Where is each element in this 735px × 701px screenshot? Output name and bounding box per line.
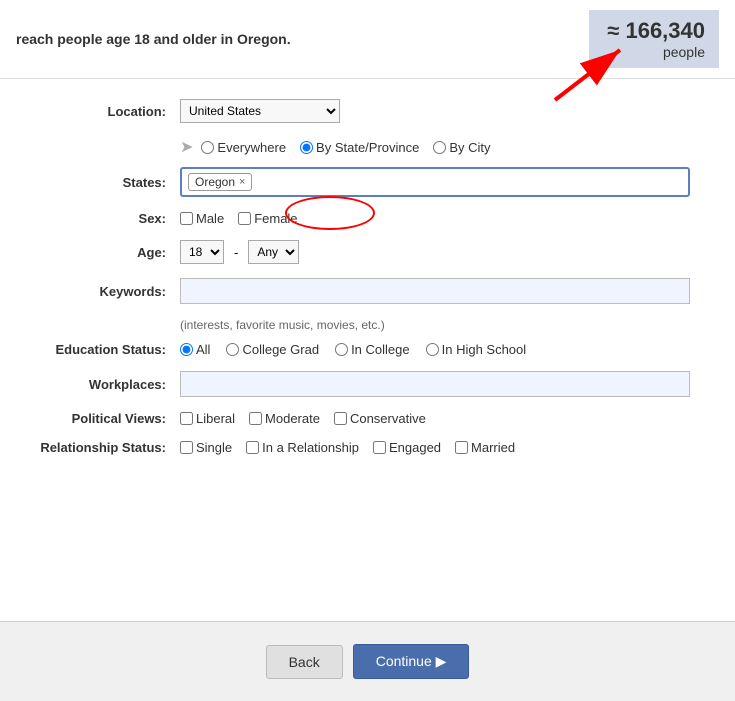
radio-city[interactable]: By City	[433, 140, 490, 155]
workplaces-label: Workplaces:	[20, 377, 180, 392]
rel-engaged[interactable]: Engaged	[373, 440, 441, 455]
location-label: Location:	[20, 104, 180, 119]
political-liberal-label: Liberal	[196, 411, 235, 426]
rel-married-label: Married	[471, 440, 515, 455]
political-row: Political Views: Liberal Moderate Conser…	[20, 411, 715, 426]
age-to-select[interactable]: Any202530354065	[248, 240, 299, 264]
states-row: States: Oregon ×	[20, 167, 715, 197]
main-container: reach people age 18 and older in Oregon.…	[0, 0, 735, 701]
header-reach-text: reach people age 18 and older in Oregon.	[16, 31, 291, 47]
sex-male-checkbox[interactable]	[180, 212, 193, 225]
workplaces-input[interactable]	[180, 371, 690, 397]
edu-in-college-label: In College	[351, 342, 410, 357]
form-area: Location: United States Everywhere Canad…	[0, 79, 735, 479]
edu-high-school[interactable]: In High School	[426, 342, 527, 357]
political-label: Political Views:	[20, 411, 180, 426]
keywords-row: Keywords:	[20, 278, 715, 304]
radio-row: ➤ Everywhere By State/Province By City	[180, 137, 715, 157]
radio-everywhere-label: Everywhere	[217, 140, 286, 155]
edu-college-grad[interactable]: College Grad	[226, 342, 319, 357]
political-conservative-label: Conservative	[350, 411, 426, 426]
oregon-tag: Oregon ×	[188, 173, 252, 191]
political-liberal[interactable]: Liberal	[180, 411, 235, 426]
keywords-input[interactable]	[180, 278, 690, 304]
location-select[interactable]: United States Everywhere Canada	[180, 99, 340, 123]
age-label: Age:	[20, 245, 180, 260]
states-input-box[interactable]: Oregon ×	[180, 167, 690, 197]
keywords-content	[180, 278, 715, 304]
political-content: Liberal Moderate Conservative	[180, 411, 715, 426]
rel-in-relationship-label: In a Relationship	[262, 440, 359, 455]
age-from-select[interactable]: 181920212530	[180, 240, 224, 264]
sex-female-label: Female	[254, 211, 297, 226]
education-label: Education Status:	[20, 342, 180, 357]
relationship-content: Single In a Relationship Engaged Married	[180, 440, 715, 455]
relationship-row: Relationship Status: Single In a Relatio…	[20, 440, 715, 455]
education-content: All College Grad In College In High Scho…	[180, 342, 715, 357]
rel-married[interactable]: Married	[455, 440, 515, 455]
age-dash: -	[234, 245, 238, 260]
edu-in-college[interactable]: In College	[335, 342, 410, 357]
rel-engaged-checkbox[interactable]	[373, 441, 386, 454]
sex-label: Sex:	[20, 211, 180, 226]
age-row: Age: 181920212530 - Any202530354065	[20, 240, 715, 264]
rel-single[interactable]: Single	[180, 440, 232, 455]
edu-college-grad-label: College Grad	[242, 342, 319, 357]
political-conservative[interactable]: Conservative	[334, 411, 426, 426]
arrow-indicator-icon: ➤	[180, 137, 193, 157]
edu-high-school-label: In High School	[442, 342, 527, 357]
continue-button[interactable]: Continue ▶	[353, 644, 470, 679]
radio-everywhere[interactable]: Everywhere	[201, 140, 286, 155]
workplaces-row: Workplaces:	[20, 371, 715, 397]
edu-all-label: All	[196, 342, 210, 357]
rel-in-relationship[interactable]: In a Relationship	[246, 440, 359, 455]
rel-single-checkbox[interactable]	[180, 441, 193, 454]
oregon-tag-label: Oregon	[195, 175, 235, 189]
sex-female-checkbox[interactable]	[238, 212, 251, 225]
back-button[interactable]: Back	[266, 645, 343, 679]
radio-city-label: By City	[449, 140, 490, 155]
radio-state-label: By State/Province	[316, 140, 419, 155]
red-arrow-icon	[545, 40, 635, 110]
states-label: States:	[20, 175, 180, 190]
sex-female[interactable]: Female	[238, 211, 297, 226]
keywords-hint: (interests, favorite music, movies, etc.…	[180, 318, 715, 332]
rel-married-checkbox[interactable]	[455, 441, 468, 454]
age-content: 181920212530 - Any202530354065	[180, 240, 715, 264]
sex-male-label: Male	[196, 211, 224, 226]
sex-content: Male Female	[180, 211, 715, 226]
edu-all[interactable]: All	[180, 342, 210, 357]
political-moderate-checkbox[interactable]	[249, 412, 262, 425]
rel-engaged-label: Engaged	[389, 440, 441, 455]
sex-male[interactable]: Male	[180, 211, 224, 226]
oregon-tag-close[interactable]: ×	[239, 176, 245, 188]
radio-state[interactable]: By State/Province	[300, 140, 419, 155]
political-moderate-label: Moderate	[265, 411, 320, 426]
rel-single-label: Single	[196, 440, 232, 455]
workplaces-content	[180, 371, 715, 397]
sex-row: Sex: Male Female	[20, 211, 715, 226]
political-conservative-checkbox[interactable]	[334, 412, 347, 425]
relationship-label: Relationship Status:	[20, 440, 180, 455]
political-moderate[interactable]: Moderate	[249, 411, 320, 426]
footer-area: Back Continue ▶	[0, 621, 735, 701]
education-row: Education Status: All College Grad In Co…	[20, 342, 715, 357]
keywords-label: Keywords:	[20, 284, 180, 299]
political-liberal-checkbox[interactable]	[180, 412, 193, 425]
rel-in-relationship-checkbox[interactable]	[246, 441, 259, 454]
